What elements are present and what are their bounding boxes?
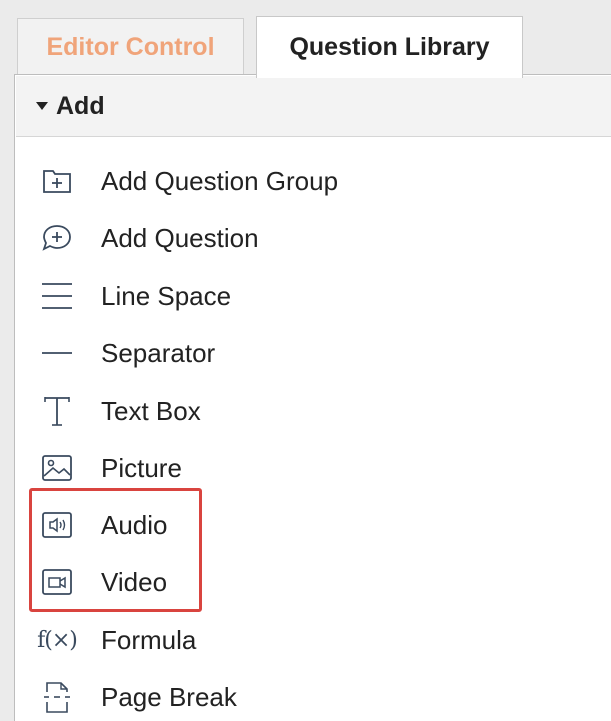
audio-label: Audio bbox=[101, 509, 168, 540]
picture-item[interactable]: Picture bbox=[15, 443, 611, 493]
tab-bar: Editor Control Question Library bbox=[8, 6, 611, 78]
line-space-label: Line Space bbox=[101, 280, 232, 311]
page-break-label: Page Break bbox=[101, 681, 237, 712]
caret-down-icon bbox=[36, 102, 48, 110]
tab-question-library-label: Question Library bbox=[289, 33, 490, 61]
formula-icon: f(×) bbox=[37, 620, 78, 660]
audio-item[interactable]: Audio bbox=[15, 500, 611, 550]
add-question-group-item[interactable]: Add Question Group bbox=[15, 156, 611, 206]
add-question-label: Add Question bbox=[101, 222, 259, 253]
audio-icon bbox=[37, 505, 77, 545]
text-box-icon bbox=[37, 391, 77, 431]
separator-item[interactable]: Separator bbox=[15, 328, 611, 378]
formula-item[interactable]: f(×) Formula bbox=[15, 615, 611, 665]
line-space-icon bbox=[37, 276, 77, 316]
add-section-header[interactable]: Add bbox=[16, 76, 611, 137]
picture-icon bbox=[37, 448, 77, 488]
picture-label: Picture bbox=[101, 452, 182, 483]
line-space-item[interactable]: Line Space bbox=[15, 271, 611, 321]
section-title: Add bbox=[56, 91, 105, 120]
add-question-group-label: Add Question Group bbox=[101, 165, 339, 196]
tab-editor-control-label: Editor Control bbox=[46, 33, 215, 61]
separator-icon bbox=[37, 333, 77, 373]
separator-label: Separator bbox=[101, 337, 216, 368]
formula-label: Formula bbox=[101, 624, 197, 655]
tab-editor-control[interactable]: Editor Control bbox=[17, 18, 244, 76]
text-box-item[interactable]: Text Box bbox=[15, 386, 611, 436]
video-item[interactable]: Video bbox=[15, 557, 611, 607]
page-break-icon bbox=[37, 677, 77, 717]
question-library-window: Editor Control Question Library Add Add … bbox=[0, 0, 611, 721]
video-icon bbox=[37, 562, 77, 602]
add-panel: Add Add Question Group Add Question Line… bbox=[14, 74, 611, 721]
folder-plus-icon bbox=[37, 161, 77, 201]
text-box-label: Text Box bbox=[101, 395, 201, 426]
speech-bubble-plus-icon bbox=[37, 218, 77, 258]
page-break-item[interactable]: Page Break bbox=[15, 672, 611, 721]
add-question-item[interactable]: Add Question bbox=[15, 213, 611, 263]
formula-glyph: f(×) bbox=[37, 627, 78, 653]
video-label: Video bbox=[101, 566, 168, 597]
tab-question-library[interactable]: Question Library bbox=[256, 16, 523, 78]
